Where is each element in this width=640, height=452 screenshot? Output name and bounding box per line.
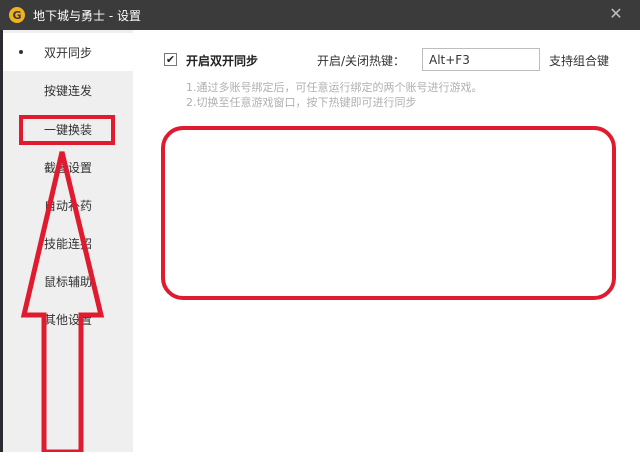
annotation-arrow-icon [20, 151, 105, 452]
